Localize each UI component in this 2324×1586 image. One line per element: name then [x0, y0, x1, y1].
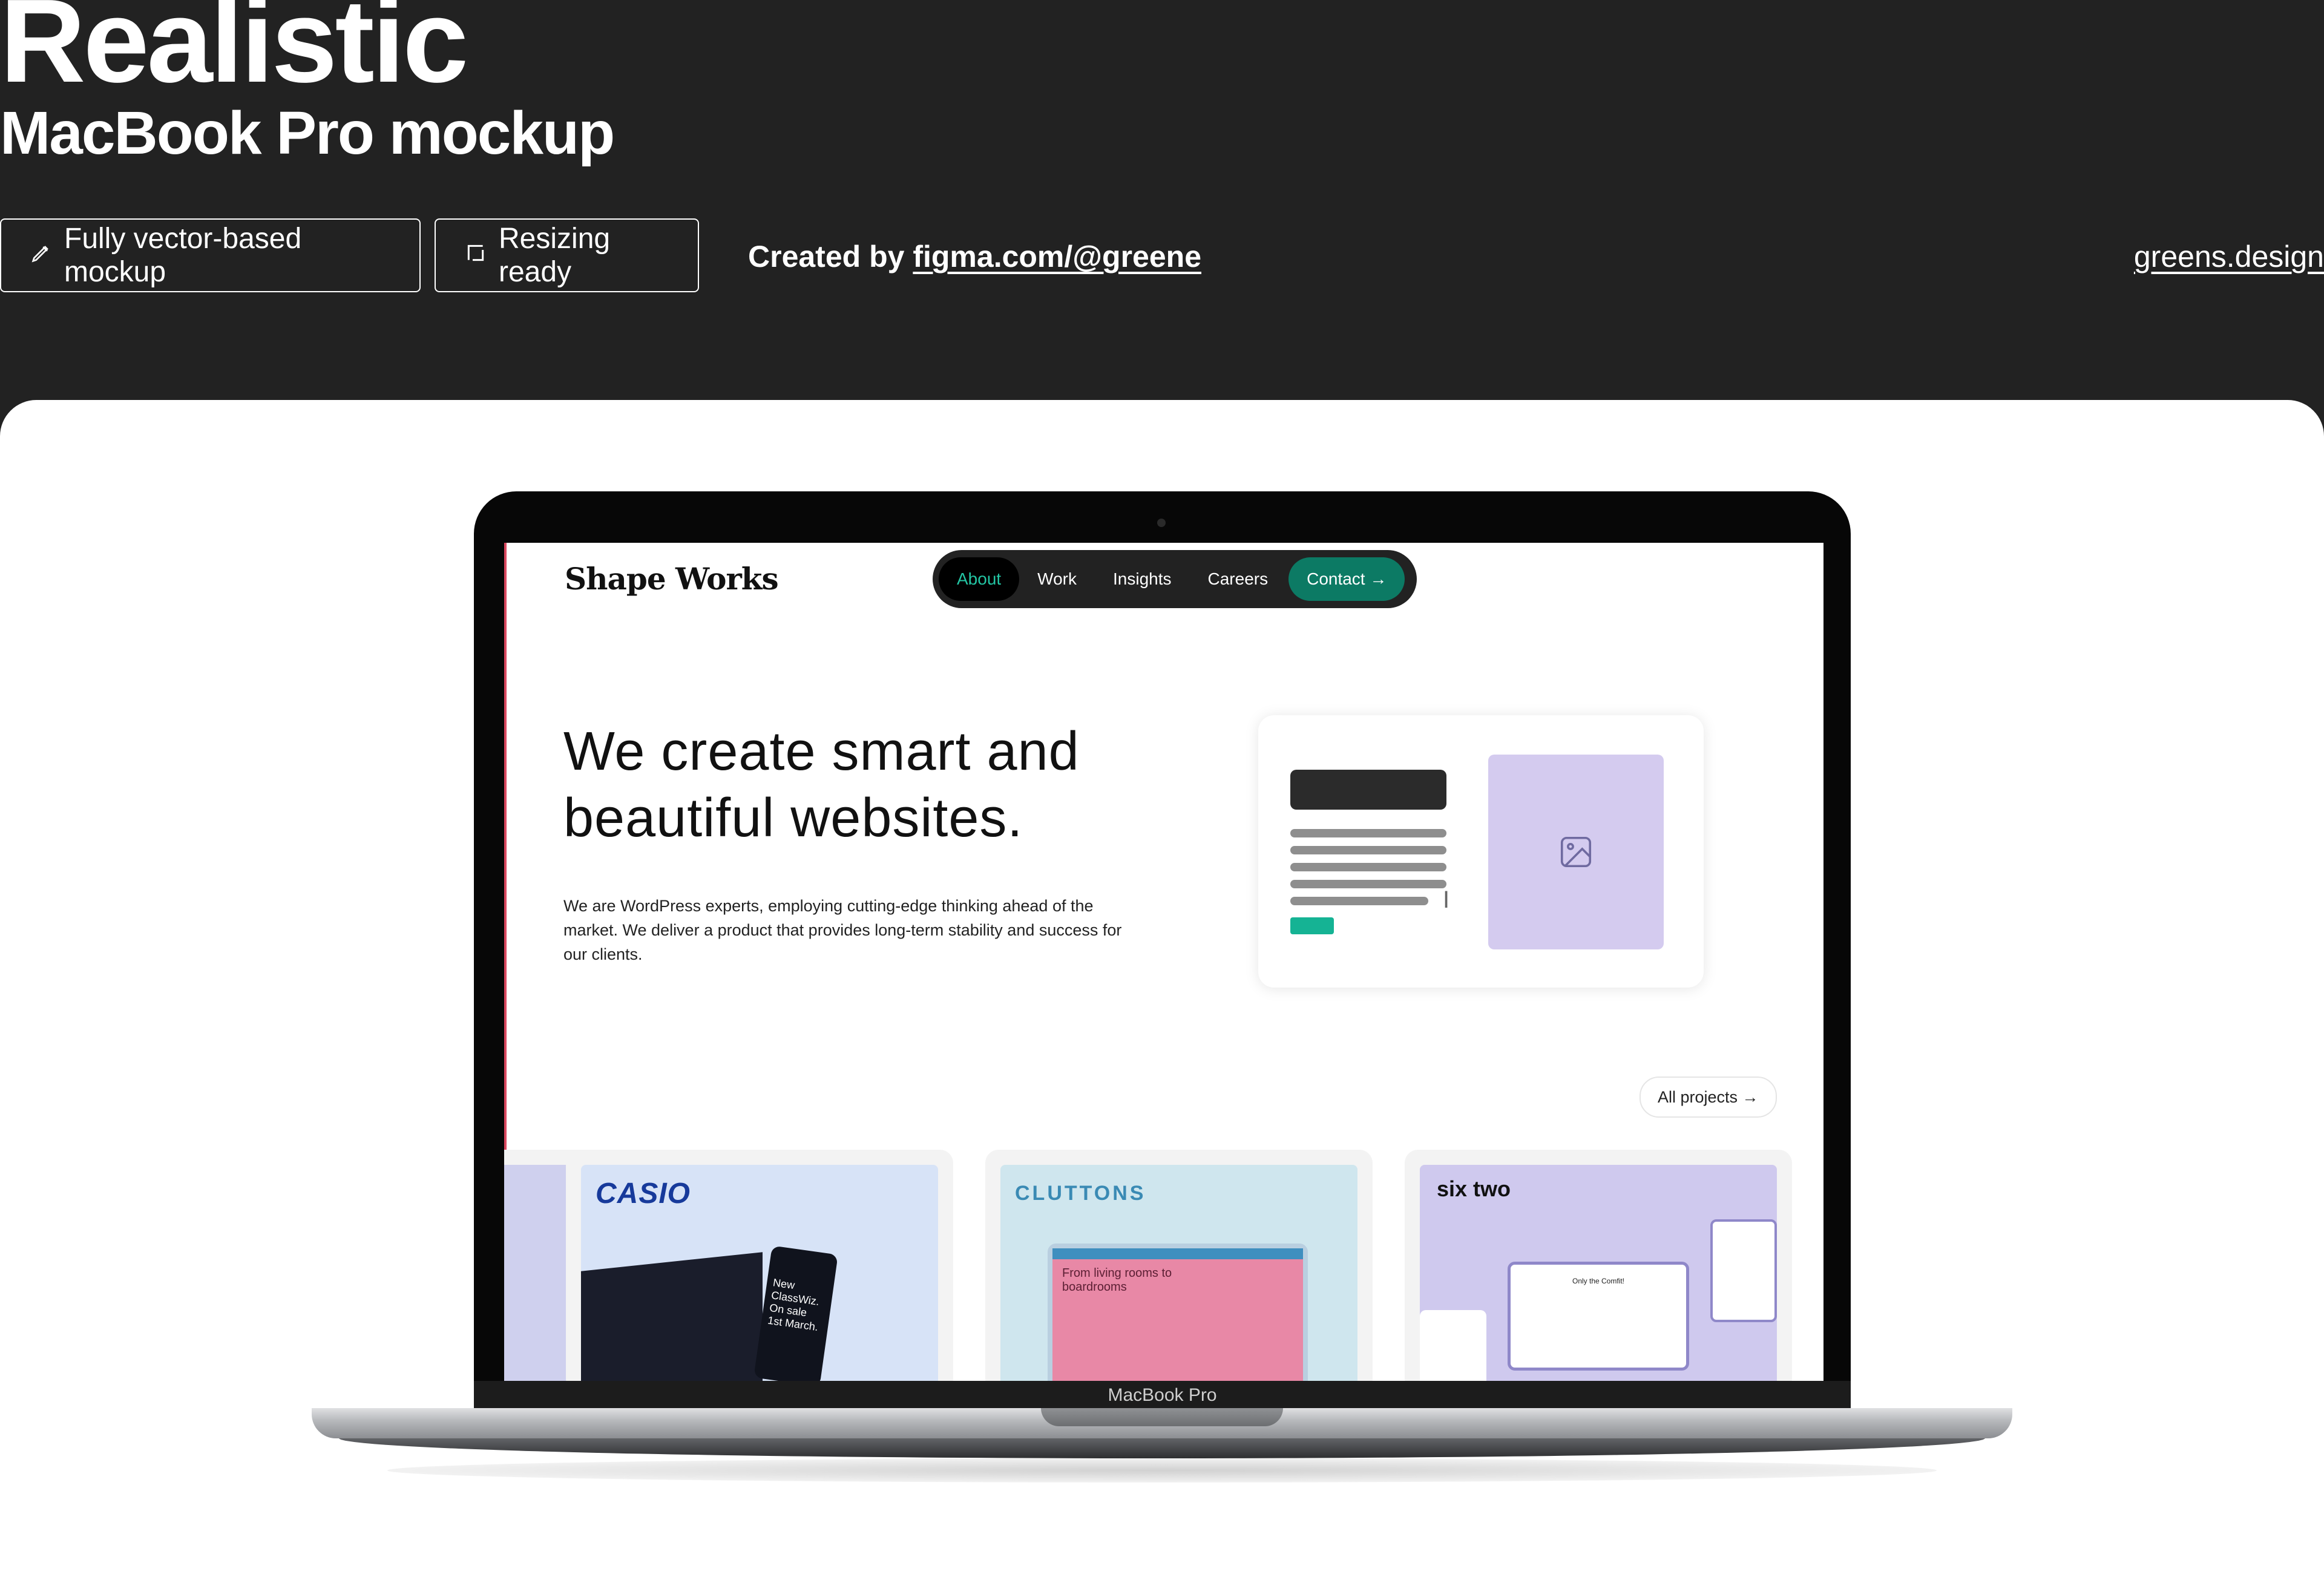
placeholder-button	[1290, 917, 1334, 934]
project-thumbnail: CLUTTONS From living rooms to boardrooms	[1000, 1165, 1357, 1381]
nav-about[interactable]: About	[939, 557, 1020, 601]
placeholder-line	[1290, 880, 1446, 888]
project-card-sixtwo[interactable]: six two Only the Comfit!	[1405, 1150, 1792, 1381]
credit-text: Created by figma.com/@greene	[748, 239, 1201, 274]
hero-heading: We create smart and beautiful websites.	[563, 718, 1080, 851]
credit-link[interactable]: figma.com/@greene	[913, 240, 1201, 274]
project-card-cluttons[interactable]: CLUTTONS From living rooms to boardrooms	[985, 1150, 1373, 1381]
site-logo[interactable]: Shape Works	[565, 561, 779, 597]
hero-illustration-card: I	[1258, 715, 1704, 988]
nav-careers[interactable]: Careers	[1190, 557, 1287, 601]
device-label: MacBook Pro	[1108, 1385, 1217, 1405]
laptop-notch	[1041, 1408, 1283, 1426]
project-thumbnail: six two Only the Comfit!	[1420, 1165, 1777, 1381]
placeholder-line	[1290, 863, 1446, 871]
resizing-badge-label: Resizing ready	[499, 223, 611, 288]
all-projects-button[interactable]: All projects →	[1640, 1076, 1777, 1118]
placeholder-line	[1290, 897, 1428, 905]
placeholder-line	[1290, 846, 1446, 854]
resizing-badge: Resizing ready	[435, 218, 699, 292]
hero-line-2: beautiful websites.	[563, 788, 1023, 848]
image-placeholder	[1488, 755, 1664, 949]
hero-line-1: We create smart and	[563, 721, 1080, 782]
vector-badge-label: Fully vector-based mockup	[64, 223, 302, 288]
text-cursor-icon: I	[1443, 886, 1450, 913]
laptop-preview: From living rooms to boardrooms	[1048, 1244, 1308, 1381]
resize-icon	[464, 239, 488, 272]
laptop-shadow	[387, 1458, 1937, 1483]
site-link[interactable]: greens.design	[2134, 239, 2324, 274]
laptop-screen: Shape Works About Work Insights Careers …	[504, 543, 1823, 1381]
device-screen	[581, 1252, 763, 1381]
preview-window	[1420, 1310, 1486, 1381]
project-brand: CASIO	[596, 1178, 691, 1210]
intro-text: We are WordPress experts, employing cutt…	[563, 897, 1122, 963]
preview-window	[1710, 1219, 1777, 1322]
project-thumbnail: CASIO New ClassWiz. On sale 1st March.	[581, 1165, 938, 1381]
pen-icon	[29, 239, 53, 272]
project-card-casio[interactable]: CASIO New ClassWiz. On sale 1st March.	[566, 1150, 953, 1381]
website-preview: Shape Works About Work Insights Careers …	[504, 543, 1823, 1381]
nav-contact-button[interactable]: Contact →	[1288, 557, 1405, 601]
camera-icon	[1157, 519, 1166, 527]
page-subtitle: MacBook Pro mockup	[0, 99, 615, 167]
vector-badge: Fully vector-based mockup	[0, 218, 421, 292]
project-brand: CLUTTONS	[1015, 1182, 1146, 1205]
page-title: Realistic	[0, 0, 468, 107]
project-brand: six two	[1437, 1176, 1511, 1201]
placeholder-heading	[1290, 770, 1446, 810]
phone-screen: New ClassWiz. On sale 1st March.	[753, 1245, 838, 1381]
nav-work[interactable]: Work	[1019, 557, 1095, 601]
site-nav: About Work Insights Careers Contact →	[933, 550, 1417, 608]
credit-prefix: Created by	[748, 240, 905, 274]
placeholder-line	[1290, 829, 1446, 837]
preview-window: Only the Comfit!	[1508, 1262, 1689, 1371]
image-icon	[1560, 836, 1592, 868]
laptop-chin: MacBook Pro	[474, 1381, 1851, 1410]
preview-heading: From living rooms to boardrooms	[1062, 1267, 1172, 1294]
preview-bar	[1052, 1248, 1303, 1259]
nav-insights[interactable]: Insights	[1095, 557, 1190, 601]
